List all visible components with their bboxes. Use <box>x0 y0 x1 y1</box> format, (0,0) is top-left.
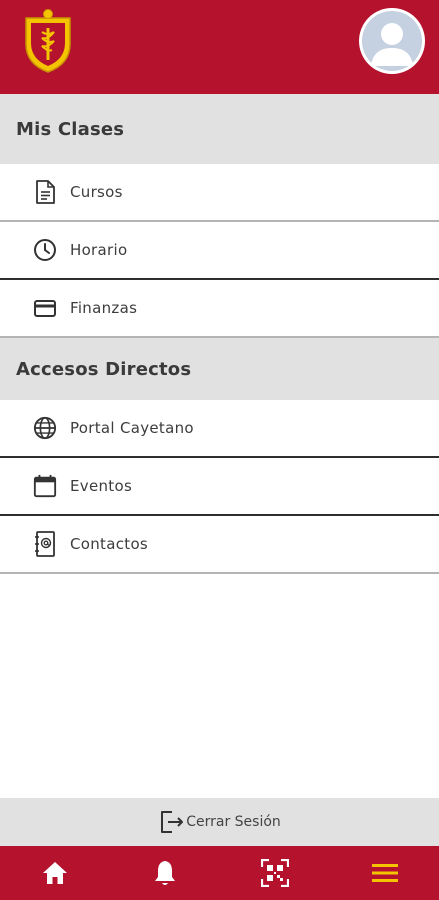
nav-qr-button[interactable] <box>245 846 305 900</box>
hamburger-menu-icon <box>372 862 398 884</box>
menu-item-finanzas[interactable]: Finanzas <box>0 280 439 338</box>
menu-item-label: Portal Cayetano <box>70 419 194 437</box>
globe-icon <box>33 416 57 440</box>
menu-item-eventos[interactable]: Eventos <box>0 458 439 516</box>
menu-item-contactos[interactable]: Contactos <box>0 516 439 574</box>
bottom-navigation-bar <box>0 846 439 900</box>
section-title: Accesos Directos <box>16 358 192 380</box>
menu-item-label: Eventos <box>70 477 133 495</box>
menu-item-horario[interactable]: Horario <box>0 222 439 280</box>
section-header-mis-clases: Mis Clases <box>0 94 439 164</box>
user-avatar-icon[interactable] <box>359 8 425 74</box>
section-title: Mis Clases <box>16 118 125 140</box>
university-crest-icon[interactable] <box>22 8 74 74</box>
menu-item-portal-cayetano[interactable]: Portal Cayetano <box>0 400 439 458</box>
contacts-book-icon <box>33 531 57 557</box>
home-icon <box>41 860 69 886</box>
nav-home-button[interactable] <box>25 846 85 900</box>
qr-code-icon <box>261 859 289 887</box>
calendar-icon <box>33 474 57 498</box>
nav-menu-button[interactable] <box>355 846 415 900</box>
credit-card-icon <box>33 296 57 320</box>
nav-notifications-button[interactable] <box>135 846 195 900</box>
menu-item-label: Horario <box>70 241 128 259</box>
menu-item-label: Finanzas <box>70 299 138 317</box>
menu-item-cursos[interactable]: Cursos <box>0 164 439 222</box>
menu-item-label: Cursos <box>70 183 123 201</box>
clock-icon <box>33 238 57 262</box>
bell-icon <box>152 859 178 887</box>
menu-item-label: Contactos <box>70 535 149 553</box>
logout-label: Cerrar Sesión <box>186 814 281 830</box>
section-header-accesos-directos: Accesos Directos <box>0 338 439 400</box>
logout-button[interactable]: Cerrar Sesión <box>0 798 439 846</box>
logout-icon <box>158 809 184 835</box>
app-header <box>0 0 439 94</box>
document-icon <box>33 180 57 204</box>
